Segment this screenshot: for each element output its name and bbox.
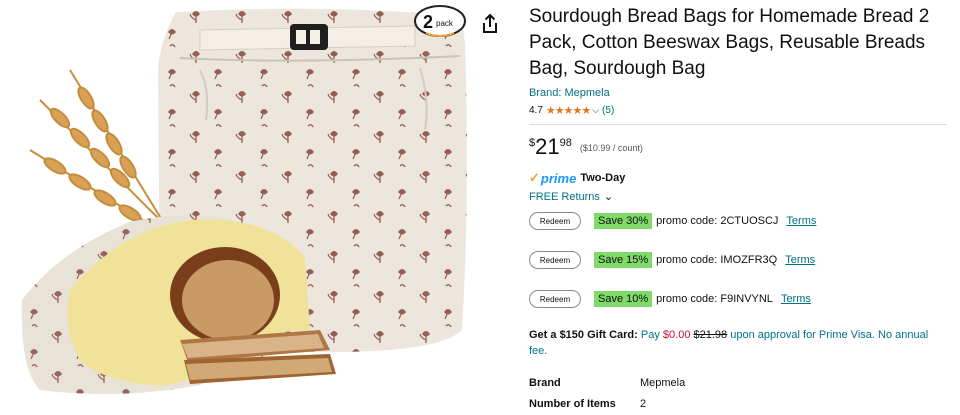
product-detail-panel: Sourdough Bread Bags for Homemade Bread … bbox=[529, 0, 949, 410]
star-rating-icon: ★★★★★ bbox=[545, 104, 591, 117]
share-icon bbox=[483, 13, 497, 33]
spec-row: Brand Mepmela bbox=[529, 377, 685, 389]
promo-code: promo code: 2CTUOSCJ bbox=[656, 215, 779, 227]
promo-row: Redeem Save 30% promo code: 2CTUOSCJ Ter… bbox=[529, 211, 816, 231]
gift-pay-label: Pay bbox=[640, 329, 660, 341]
prime-logo: prime bbox=[540, 170, 577, 186]
prime-check-icon: ✓ bbox=[529, 170, 540, 185]
free-returns-label[interactable]: FREE Returns bbox=[529, 191, 600, 203]
save-badge: Save 10% bbox=[594, 291, 653, 307]
price-whole: 21 bbox=[535, 134, 560, 159]
save-badge: Save 15% bbox=[594, 252, 653, 268]
free-returns-link[interactable]: FREE Returns ⌄ bbox=[529, 190, 949, 204]
spec-row: Number of Items 2 bbox=[529, 398, 646, 410]
share-button[interactable] bbox=[478, 12, 502, 36]
promo-row: Redeem Save 15% promo code: IMOZFR3Q Ter… bbox=[529, 250, 815, 270]
promo-row: Redeem Save 10% promo code: F9INVYNL Ter… bbox=[529, 289, 811, 309]
product-title: Sourdough Bread Bags for Homemade Bread … bbox=[529, 6, 930, 79]
unit-price: ($10.99 / count) bbox=[579, 143, 643, 153]
price: $ 21 98 ($10.99 / count) bbox=[529, 134, 949, 160]
spec-value: Mepmela bbox=[640, 377, 686, 389]
spec-key: Brand bbox=[529, 377, 561, 389]
promo-code: promo code: IMOZFR3Q bbox=[656, 254, 778, 266]
redeem-button[interactable]: Redeem bbox=[529, 251, 581, 269]
terms-link[interactable]: Terms bbox=[781, 293, 811, 305]
terms-link[interactable]: Terms bbox=[786, 215, 816, 227]
two-day-label: Two-Day bbox=[580, 172, 626, 184]
rating-count[interactable]: (5) bbox=[602, 105, 614, 116]
gift-card-lead[interactable]: Get a $150 Gift Card: bbox=[529, 329, 638, 341]
two-pack-badge: 2 pack bbox=[414, 5, 466, 37]
brand-link[interactable]: Brand: Mepmela bbox=[529, 87, 949, 99]
spec-key: Number of Items bbox=[529, 398, 616, 410]
gift-card-offer[interactable]: Get a $150 Gift Card: Pay $0.00 $21.98 u… bbox=[529, 327, 949, 359]
chevron-down-icon[interactable]: ⌵ bbox=[592, 105, 599, 116]
bread-bag-illustration bbox=[21, 8, 467, 394]
save-badge: Save 30% bbox=[594, 213, 653, 229]
product-image[interactable] bbox=[0, 0, 515, 415]
prime-badge: ✓ prime Two-Day bbox=[529, 170, 949, 186]
divider bbox=[529, 124, 947, 125]
svg-text:pack: pack bbox=[436, 19, 454, 28]
price-fraction: 98 bbox=[559, 137, 572, 149]
chevron-down-icon[interactable]: ⌄ bbox=[604, 190, 613, 203]
gift-price: $0.00 bbox=[662, 329, 691, 341]
gift-old-price: $21.98 bbox=[693, 329, 728, 341]
rating-row[interactable]: 4.7 ★★★★★ ⌵ (5) bbox=[529, 103, 949, 117]
svg-text:2: 2 bbox=[423, 12, 433, 32]
redeem-button[interactable]: Redeem bbox=[529, 290, 581, 308]
redeem-button[interactable]: Redeem bbox=[529, 212, 581, 230]
rating-value: 4.7 bbox=[529, 104, 543, 116]
terms-link[interactable]: Terms bbox=[785, 254, 815, 266]
spec-value: 2 bbox=[640, 398, 647, 410]
promo-code: promo code: F9INVYNL bbox=[656, 293, 773, 305]
